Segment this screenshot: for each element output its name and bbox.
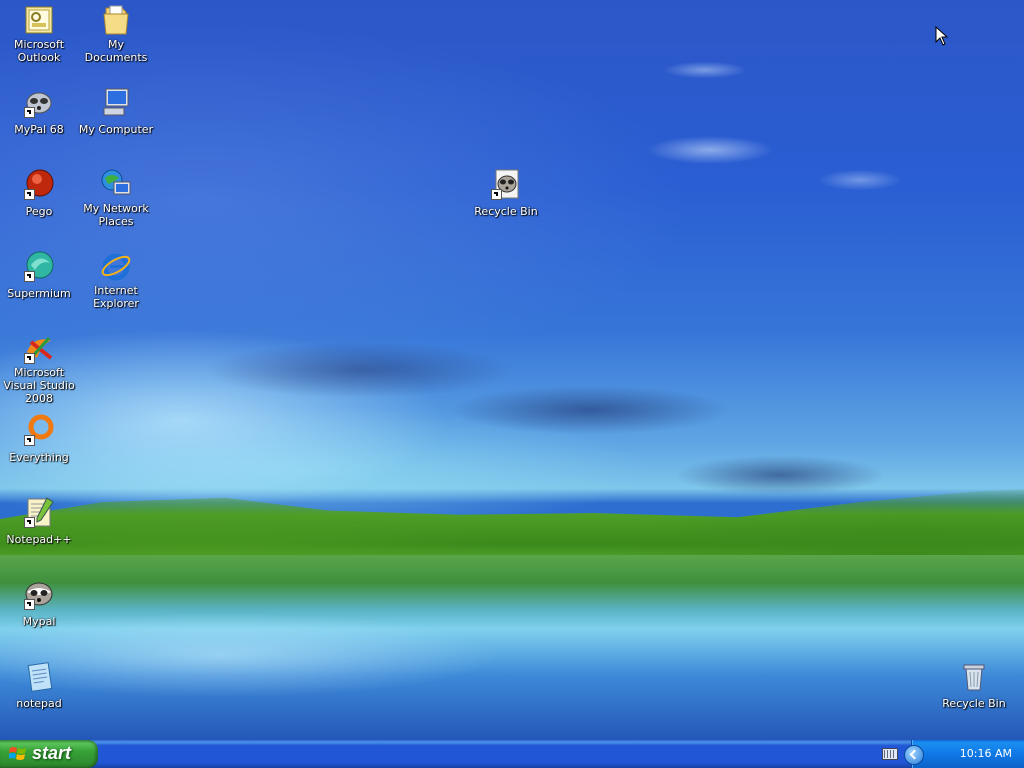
wallpaper-lake	[0, 555, 1024, 740]
icon-label: My Documents	[84, 38, 148, 64]
icon-label: notepad	[16, 697, 62, 710]
mypal-icon	[23, 86, 55, 118]
icon-label: Internet Explorer	[93, 284, 139, 310]
icon-label: My Network Places	[83, 202, 149, 228]
shortcut-arrow-icon	[24, 353, 35, 364]
desktop-icon-internet-explorer[interactable]: Internet Explorer	[76, 250, 156, 312]
desktop-icon-recycle-bin[interactable]: Recycle Bin	[934, 660, 1014, 712]
icon-label: Recycle Bin	[942, 697, 1006, 710]
desktop-icon-my-documents[interactable]: My Documents	[76, 4, 156, 66]
desktop-icon-notepad[interactable]: notepad	[0, 660, 79, 712]
notepadpp-icon	[23, 496, 55, 528]
icon-label: Supermium	[7, 287, 71, 300]
desktop-icon-my-computer[interactable]: My Computer	[76, 86, 156, 138]
network-icon	[100, 168, 132, 200]
shortcut-arrow-icon	[24, 599, 35, 610]
shortcut-arrow-icon	[24, 435, 35, 446]
taskbar: start 10:16 AM	[0, 740, 1024, 768]
icon-label: My Computer	[78, 123, 154, 136]
desktop-icon-everything[interactable]: Everything	[0, 414, 79, 466]
ie-icon	[100, 250, 132, 282]
icon-label: Microsoft Visual Studio 2008	[3, 366, 75, 405]
tray-clock[interactable]: 10:16 AM	[960, 747, 1012, 760]
mypal-icon	[23, 578, 55, 610]
show-hidden-icons-chevron-icon[interactable]	[904, 745, 924, 765]
icon-label: MyPal 68	[14, 123, 64, 136]
pego-icon	[23, 168, 55, 200]
visual-studio-icon	[23, 332, 55, 364]
folder-icon	[100, 4, 132, 36]
shortcut-arrow-icon	[24, 189, 35, 200]
start-label: start	[32, 743, 72, 763]
start-button[interactable]: start	[0, 740, 98, 768]
everything-icon	[23, 414, 55, 446]
icon-label: Mypal	[22, 615, 56, 628]
desktop-icon-visual-studio-2008[interactable]: Microsoft Visual Studio 2008	[0, 332, 79, 407]
notepad-icon	[23, 660, 55, 692]
mouse-pointer-icon	[935, 25, 949, 46]
shortcut-arrow-icon	[24, 271, 35, 282]
recycle-bin-icon	[958, 660, 990, 692]
keyboard-icon[interactable]	[882, 748, 898, 760]
icon-label: Notepad++	[6, 533, 72, 546]
desktop-icon-mypal-68[interactable]: MyPal 68	[0, 86, 79, 138]
icon-label: Recycle Bin	[474, 205, 538, 218]
supermium-icon	[23, 250, 55, 282]
icon-label: Pego	[25, 205, 53, 218]
desktop-icon-microsoft-outlook[interactable]: Microsoft Outlook	[0, 4, 79, 66]
shortcut-arrow-icon	[24, 517, 35, 528]
windows-logo-icon	[8, 746, 27, 762]
icon-label: Microsoft Outlook	[13, 38, 65, 64]
outlook-icon	[23, 4, 55, 36]
desktop-icon-mypal[interactable]: Mypal	[0, 578, 79, 630]
raccoon-icon	[490, 168, 522, 200]
desktop-icon-supermium[interactable]: Supermium	[0, 250, 79, 302]
shortcut-arrow-icon	[491, 189, 502, 200]
system-tray: 10:16 AM	[882, 740, 1024, 768]
computer-icon	[100, 86, 132, 118]
desktop-icon-pego[interactable]: Pego	[0, 168, 79, 220]
desktop: Microsoft Outlook My Documents MyPal 68	[0, 0, 1024, 740]
desktop-icon-my-network-places[interactable]: My Network Places	[76, 168, 156, 230]
shortcut-arrow-icon	[24, 107, 35, 118]
icon-label: Everything	[9, 451, 69, 464]
desktop-icon-notepad-plus-plus[interactable]: Notepad++	[0, 496, 79, 548]
desktop-icon-recycle-bin-shortcut[interactable]: Recycle Bin	[466, 168, 546, 220]
